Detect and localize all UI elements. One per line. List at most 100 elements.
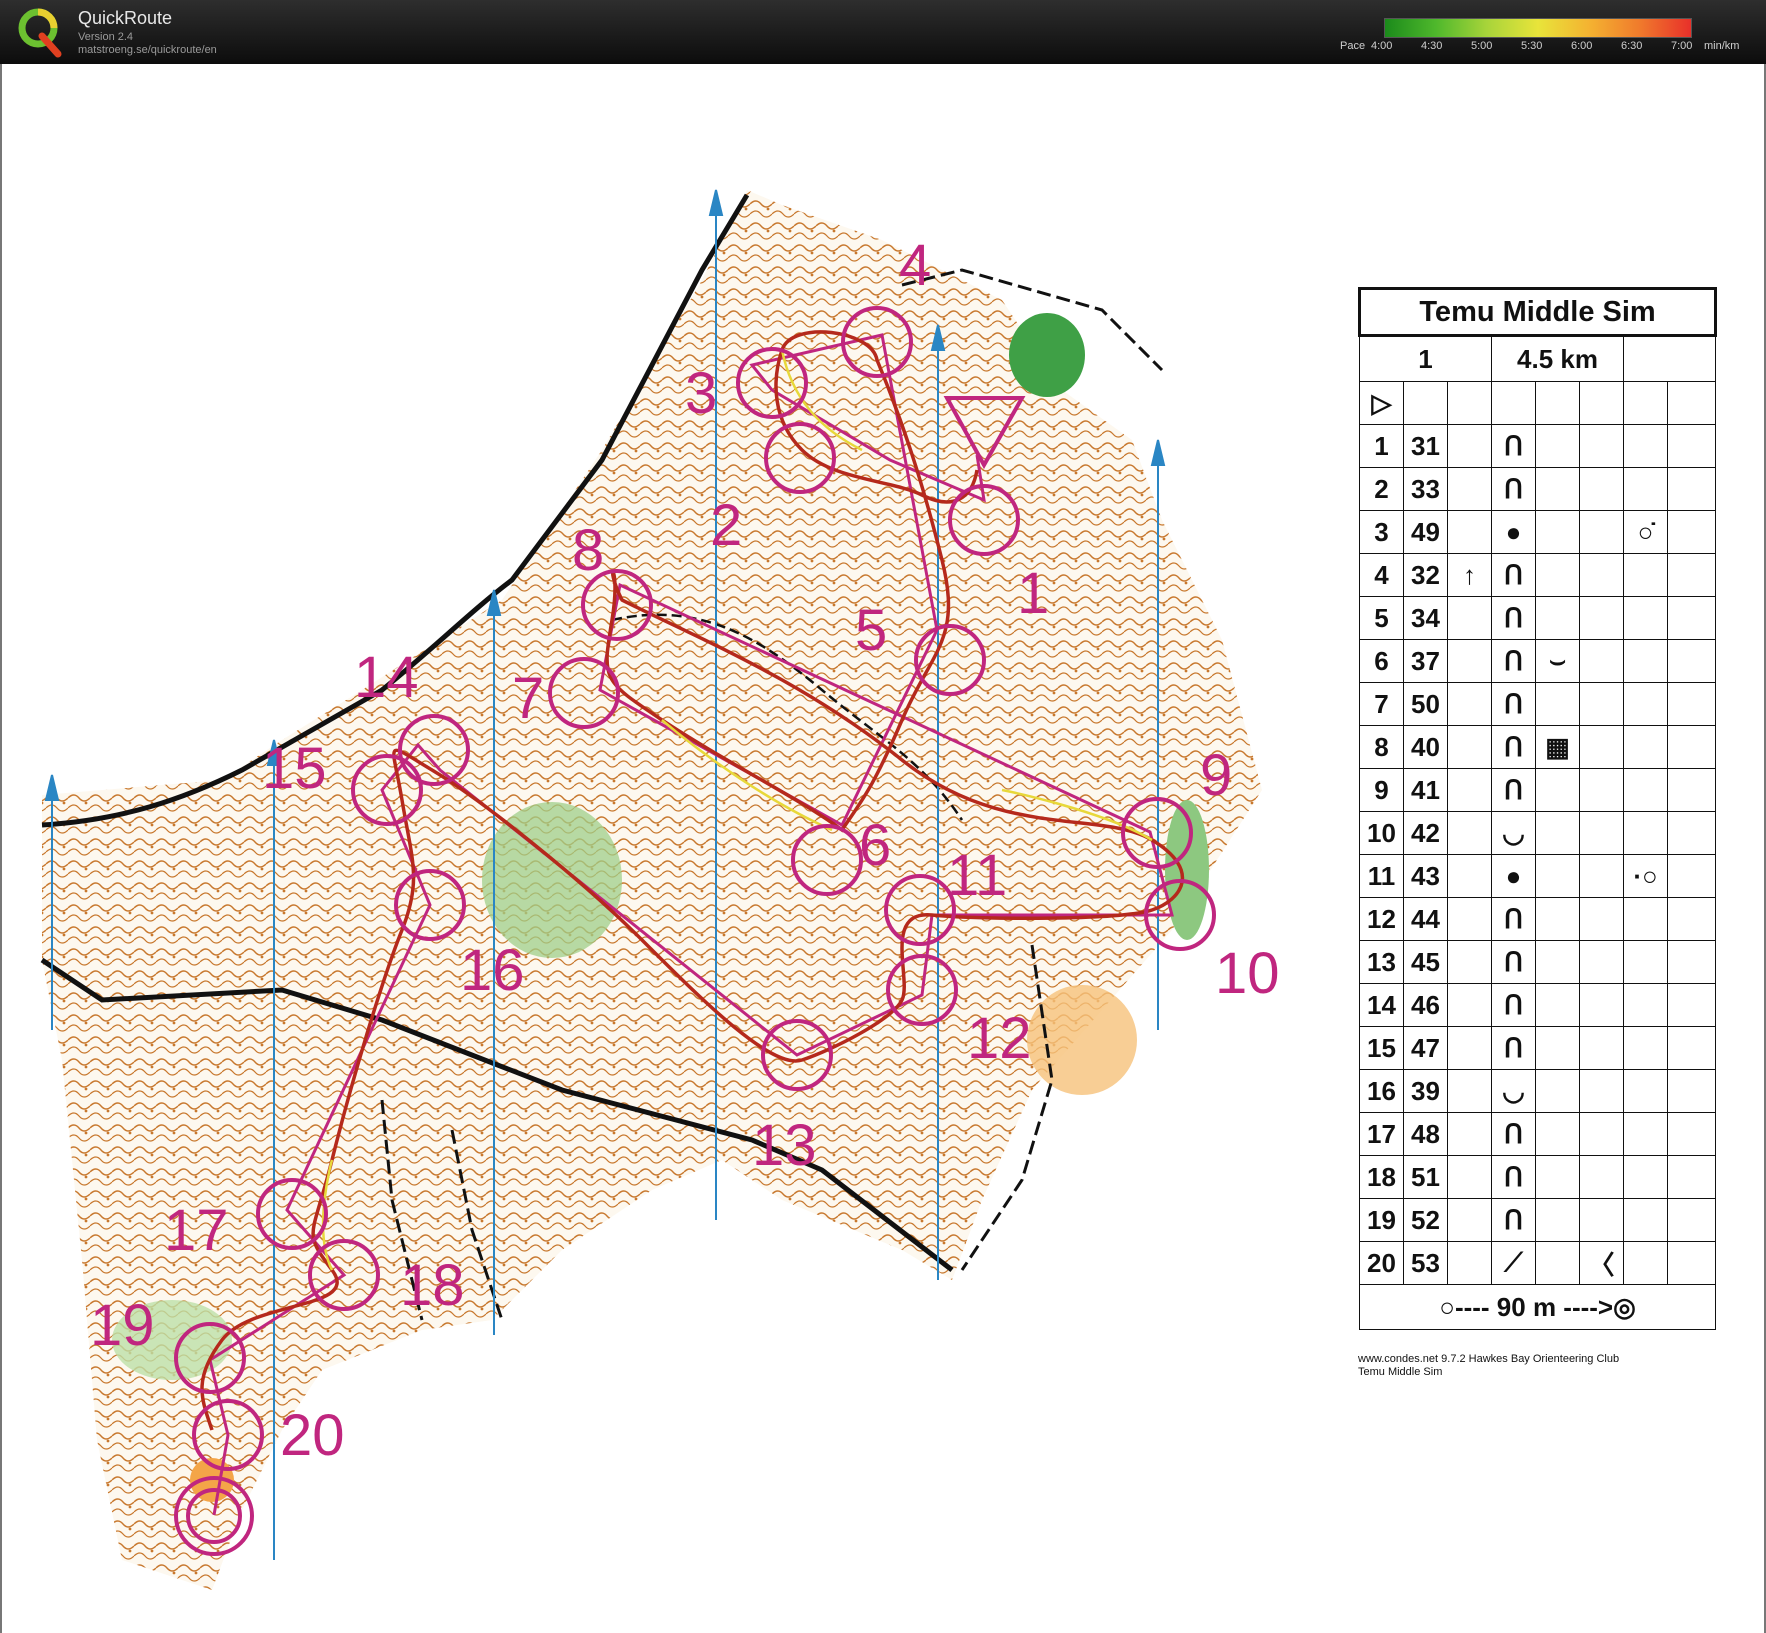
control-code-cell: 50 <box>1403 682 1448 726</box>
column-f-cell <box>1579 1069 1624 1113</box>
control-number-cell: 5 <box>1359 596 1404 640</box>
control-row: 8 40 ᑎ ▦ <box>1359 725 1717 769</box>
control-number-3: 3 <box>685 361 717 426</box>
column-e-cell <box>1535 1026 1580 1070</box>
control-row: 13 45 ᑎ <box>1359 940 1717 984</box>
control-number-cell: 2 <box>1359 467 1404 511</box>
footer-line-1: www.condes.net 9.7.2 Hawkes Bay Orientee… <box>1358 1353 1620 1365</box>
location-cell <box>1623 639 1668 683</box>
location-cell <box>1623 682 1668 726</box>
column-h-cell <box>1666 1069 1717 1113</box>
column-e-cell <box>1535 1155 1580 1199</box>
column-c-cell <box>1447 682 1492 726</box>
control-code-cell: 31 <box>1403 424 1448 468</box>
column-e-cell <box>1535 553 1580 597</box>
control-row: 4 32 ↑ ᑎ <box>1359 553 1717 597</box>
empty-cell <box>1491 381 1536 425</box>
app-url[interactable]: matstroeng.se/quickroute/en <box>78 44 217 56</box>
column-c-cell <box>1447 510 1492 554</box>
control-number-cell: 11 <box>1359 854 1404 898</box>
feature-cell: ᑎ <box>1491 1112 1536 1156</box>
control-row: 16 39 ◡ <box>1359 1069 1717 1113</box>
feature-cell: ᑎ <box>1491 1026 1536 1070</box>
column-e-cell <box>1535 1069 1580 1113</box>
app-title: QuickRoute <box>78 8 173 28</box>
control-code-cell: 44 <box>1403 897 1448 941</box>
control-number-cell: 15 <box>1359 1026 1404 1070</box>
control-code-cell: 32 <box>1403 553 1448 597</box>
control-number-cell: 6 <box>1359 639 1404 683</box>
column-c-cell <box>1447 768 1492 812</box>
column-c-cell <box>1447 854 1492 898</box>
control-row: 17 48 ᑎ <box>1359 1112 1717 1156</box>
control-row: 7 50 ᑎ <box>1359 682 1717 726</box>
column-f-cell <box>1579 940 1624 984</box>
column-f-cell <box>1579 897 1624 941</box>
location-cell <box>1623 811 1668 855</box>
control-code-cell: 39 <box>1403 1069 1448 1113</box>
feature-cell: ᑎ <box>1491 725 1536 769</box>
column-e-cell <box>1535 1241 1580 1285</box>
control-number-cell: 18 <box>1359 1155 1404 1199</box>
column-f-cell <box>1579 725 1624 769</box>
map-viewport[interactable]: 1 2 3 4 5 6 7 8 9 10 11 12 13 14 15 16 1… <box>0 64 1766 1633</box>
column-f-cell <box>1579 1112 1624 1156</box>
column-e-cell <box>1535 1112 1580 1156</box>
feature-cell: ᑎ <box>1491 639 1536 683</box>
column-f-cell <box>1579 1198 1624 1242</box>
location-cell <box>1623 1155 1668 1199</box>
control-number-5: 5 <box>855 598 887 663</box>
control-number-19: 19 <box>90 1293 155 1358</box>
pace-tick: 6:30 <box>1621 40 1643 52</box>
control-number-1: 1 <box>1017 561 1049 626</box>
open-land <box>1027 985 1137 1095</box>
column-f-cell <box>1579 553 1624 597</box>
column-e-cell <box>1535 424 1580 468</box>
column-f-cell <box>1579 768 1624 812</box>
column-c-cell <box>1447 725 1492 769</box>
column-f-cell <box>1579 596 1624 640</box>
control-number-cell: 13 <box>1359 940 1404 984</box>
control-code-cell: 51 <box>1403 1155 1448 1199</box>
empty-cell <box>1403 381 1448 425</box>
column-c-cell: ↑ <box>1447 553 1492 597</box>
control-number-16: 16 <box>460 938 525 1003</box>
column-c-cell <box>1447 811 1492 855</box>
control-number-cell: 10 <box>1359 811 1404 855</box>
column-f-cell <box>1579 811 1624 855</box>
control-row: 3 49 ● ○̇ <box>1359 510 1717 554</box>
column-e-cell <box>1535 811 1580 855</box>
control-number-cell: 16 <box>1359 1069 1404 1113</box>
location-cell <box>1623 553 1668 597</box>
pace-legend: Pace 4:00 4:30 5:00 5:30 6:00 6:30 7:00 … <box>1330 18 1756 58</box>
control-number-8: 8 <box>572 518 604 583</box>
column-h-cell <box>1666 768 1717 812</box>
feature-cell: ᑎ <box>1491 467 1536 511</box>
control-row: 1 31 ᑎ <box>1359 424 1717 468</box>
column-h-cell <box>1666 639 1717 683</box>
control-number-14: 14 <box>354 645 419 710</box>
location-cell: ·○ <box>1623 854 1668 898</box>
control-code-cell: 53 <box>1403 1241 1448 1285</box>
control-number-cell: 8 <box>1359 725 1404 769</box>
control-row: 11 43 ● ·○ <box>1359 854 1717 898</box>
column-c-cell <box>1447 424 1492 468</box>
location-cell <box>1623 1026 1668 1070</box>
empty-cell <box>1447 381 1492 425</box>
column-f-cell <box>1579 467 1624 511</box>
green-vegetation <box>482 802 622 958</box>
location-cell <box>1623 1112 1668 1156</box>
control-number-4: 4 <box>899 233 931 298</box>
control-description-sheet: Temu Middle Sim 1 4.5 km ▷ 1 31 ᑎ 2 33 ᑎ 3 49 ● ○… <box>1357 287 1718 1330</box>
column-c-cell <box>1447 1198 1492 1242</box>
control-number-10: 10 <box>1215 941 1280 1006</box>
control-row: 5 34 ᑎ <box>1359 596 1717 640</box>
control-number-cell: 7 <box>1359 682 1404 726</box>
location-cell <box>1623 940 1668 984</box>
column-c-cell <box>1447 1069 1492 1113</box>
control-number-cell: 4 <box>1359 553 1404 597</box>
column-e-cell <box>1535 467 1580 511</box>
control-number-17: 17 <box>164 1198 229 1263</box>
column-c-cell <box>1447 983 1492 1027</box>
column-e-cell <box>1535 940 1580 984</box>
